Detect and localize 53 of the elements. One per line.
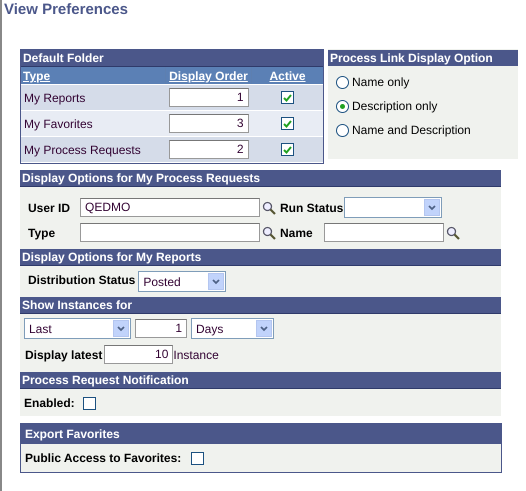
checkbox[interactable]	[82, 396, 96, 410]
checkbox[interactable]	[281, 91, 294, 104]
radio-button[interactable]	[336, 100, 349, 113]
input-field[interactable]: 1	[168, 88, 248, 107]
input-field[interactable]: 2	[168, 140, 248, 159]
section-header: Show Instances for	[20, 297, 501, 314]
radio-option[interactable]: Description only	[336, 98, 518, 115]
column-header-link[interactable]: Active	[252, 67, 323, 84]
chevron-icon	[424, 199, 440, 216]
input-field[interactable]: QEDMO	[80, 198, 260, 217]
field-label: Public Access to Favorites:	[25, 450, 182, 467]
column-header-link[interactable]: Type	[21, 67, 165, 84]
dropdown[interactable]	[344, 197, 442, 218]
table-cell-text: My Reports	[23, 90, 86, 106]
section-header: Process Request Notification	[20, 372, 501, 389]
input-field[interactable]	[80, 223, 260, 242]
chevron-icon	[113, 320, 129, 337]
dropdown[interactable]: Posted	[138, 271, 226, 292]
section-header: Display Options for My Reports	[20, 249, 501, 266]
section-header: Display Options for My Process Requests	[20, 170, 501, 187]
search-icon[interactable]	[262, 200, 276, 214]
dropdown[interactable]: Last	[24, 318, 131, 339]
column-header-link[interactable]: Display Order	[166, 67, 251, 84]
radio-button[interactable]	[336, 76, 349, 89]
page-title: View Preferences	[3, 0, 129, 19]
chevron-icon	[208, 273, 224, 290]
input-field[interactable]: 1	[135, 319, 187, 338]
field-label: Distribution Status	[28, 272, 136, 289]
field-label: Enabled:	[24, 395, 75, 412]
search-icon[interactable]	[262, 226, 276, 240]
section-header: Export Favorites	[21, 424, 501, 444]
checkbox[interactable]	[281, 117, 294, 130]
chevron-icon	[256, 320, 272, 337]
table-cell-text: My Favorites	[23, 116, 94, 132]
search-icon[interactable]	[446, 226, 460, 240]
radio-button[interactable]	[336, 124, 349, 137]
checkbox[interactable]	[281, 143, 294, 156]
radio-option[interactable]: Name and Description	[336, 122, 518, 139]
input-field[interactable]	[324, 223, 444, 242]
checkbox[interactable]	[191, 452, 204, 464]
field-label: Type	[28, 224, 56, 242]
field-label: Run Status	[279, 200, 344, 216]
radio-option[interactable]: Name only	[336, 74, 518, 91]
field-label: User ID	[28, 200, 72, 216]
input-field[interactable]: 3	[168, 114, 248, 133]
field-label: Name	[279, 224, 314, 242]
section-header: Default Folder	[21, 50, 323, 67]
table-cell-text: My Process Requests	[23, 142, 142, 158]
field-label: Instance	[173, 346, 219, 364]
input-field[interactable]: 10	[104, 345, 174, 364]
dropdown[interactable]: Days	[191, 318, 274, 339]
field-label: Display latest	[25, 346, 102, 364]
section-header: Process Link Display Option	[328, 50, 518, 66]
